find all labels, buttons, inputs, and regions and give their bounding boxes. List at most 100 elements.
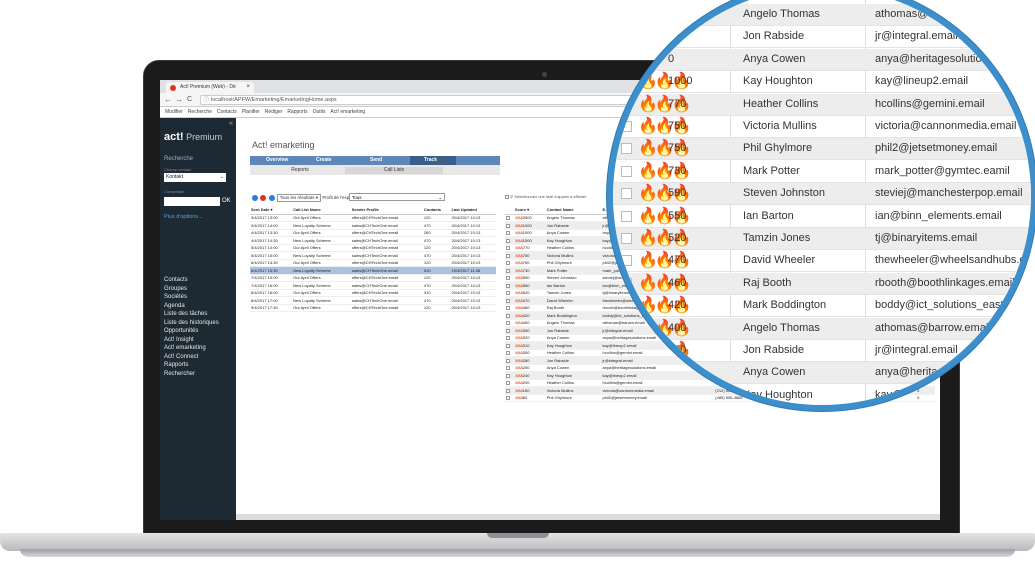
zoomed-row[interactable]: 🔥🔥🔥 460 Raj Booth rbooth@boothlinkages.emai… (613, 272, 1031, 295)
subtab-reports[interactable]: Reports (270, 167, 330, 174)
zoomed-row[interactable]: 🔥🔥🔥 420 Mark Boddington boddy@ict_solutions… (613, 295, 1031, 318)
browser-tab[interactable]: Act! Premium (Web) - Dé × (166, 82, 254, 93)
more-options-link[interactable]: Plus d'options... (164, 214, 203, 220)
row-checkbox-cell[interactable] (505, 259, 514, 267)
tab-track[interactable]: Track (424, 156, 437, 165)
table-row[interactable]: 6/4/2017 15:30 New Loyalty Scheme sales@CH… (250, 266, 496, 275)
menu-item-2[interactable]: Contacts (217, 109, 237, 115)
zoomed-row[interactable]: 🔥🔥🔥 1000 Kay Houghton kay@lineup2.email (613, 71, 1031, 94)
row-checkbox[interactable] (506, 283, 510, 288)
row-checkbox[interactable] (506, 261, 510, 266)
subtab-call-lists[interactable]: Call Lists (345, 167, 443, 174)
row-checkbox[interactable] (621, 300, 632, 312)
tab-create[interactable]: Create (316, 156, 332, 165)
sidebar-item-rechercher[interactable]: Rechercher (164, 370, 219, 379)
row-checkbox[interactable] (506, 231, 510, 236)
row-checkbox[interactable] (621, 143, 632, 155)
menu-item-3[interactable]: Planifier (242, 109, 260, 115)
row-checkbox-cell[interactable] (505, 319, 514, 327)
reload-icon[interactable]: C (187, 95, 192, 105)
send-col-header[interactable]: Last Updated (450, 206, 496, 215)
row-checkbox-cell[interactable] (505, 356, 514, 365)
delete-icon[interactable] (260, 194, 267, 201)
url-input[interactable]: ⓘ localhost/APFW/Emarketing/EmarketingHo… (200, 95, 660, 105)
results-select[interactable]: Tous les résultats ▾ (276, 194, 322, 202)
row-checkbox-cell[interactable] (505, 229, 514, 237)
zoomed-row[interactable]: 0 Anya Cowen anya@heritagesolutions.e (613, 48, 1031, 71)
row-checkbox-cell[interactable] (505, 266, 514, 275)
row-checkbox[interactable] (506, 223, 510, 228)
row-checkbox[interactable] (506, 238, 510, 243)
row-checkbox-cell[interactable] (505, 251, 514, 260)
sidebar-item-liste-des-historiques[interactable]: Liste des historiques (164, 319, 219, 328)
menu-item-4[interactable]: Rédiger (265, 109, 283, 115)
recip-col-header[interactable]: Score ▾ (513, 206, 546, 215)
row-checkbox-cell[interactable] (505, 379, 514, 387)
zoomed-row[interactable]: 🔥🔥🔥 730 Mark Potter mark_potter@gymtec.eami… (613, 161, 1031, 183)
row-checkbox[interactable] (506, 366, 510, 371)
tab-send[interactable]: Send (370, 156, 382, 165)
collapse-icon[interactable]: « (229, 120, 233, 127)
row-checkbox[interactable] (506, 253, 510, 258)
row-checkbox[interactable] (506, 216, 510, 221)
row-checkbox[interactable] (621, 277, 632, 289)
sidebar-item-act-connect[interactable]: Act! Connect (164, 353, 219, 362)
row-checkbox-cell[interactable] (505, 341, 514, 350)
row-checkbox[interactable] (506, 358, 510, 363)
sidebar-item-act-insight[interactable]: Act! Insight (164, 336, 219, 345)
table-row[interactable]: 3/4/2017 13:00 Our April Offers offers@CHT… (250, 214, 496, 222)
row-checkbox-cell[interactable] (505, 334, 514, 342)
help-icon[interactable] (268, 194, 275, 201)
row-checkbox-cell[interactable] (505, 364, 514, 372)
menu-item-5[interactable]: Rapports (287, 109, 307, 115)
sidebar-item-rapports[interactable]: Rapports (164, 361, 219, 370)
row-checkbox-cell[interactable] (505, 221, 514, 230)
close-icon[interactable]: × (246, 82, 250, 93)
zoomed-row[interactable]: 🔥🔥🔥 590 Steven Johnston steviej@manchesterp… (613, 183, 1031, 206)
zoomed-row[interactable]: 🔥🔥🔥 400 Angelo Thomas athomas@barrow.email (613, 317, 1031, 340)
table-row[interactable]: 4/4/2017 13:30 Our April Offers offers@CHT… (250, 229, 496, 237)
sidebar-item-agenda[interactable]: Agenda (164, 302, 219, 311)
zoomed-row[interactable]: 🔥🔥🔥 750 Phil Ghylmore phil2@jetsetmoney.ema… (613, 138, 1031, 161)
row-checkbox-cell[interactable] (505, 244, 514, 252)
back-icon[interactable]: ← (164, 95, 172, 105)
sidebar-item-act-emarketing[interactable]: Act! emarketing (164, 344, 219, 353)
table-row[interactable]: 8/4/2017 16:00 Our April Offers offers@CHT… (250, 289, 496, 297)
row-checkbox-cell[interactable] (505, 326, 514, 335)
zoomed-row[interactable]: 🔥🔥🔥 770 Heather Collins hcollins@gemini.ema… (613, 93, 1031, 116)
zoomed-row[interactable]: 🔥🔥🔥 750 Victoria Mullins victoria@cannonmed… (613, 116, 1031, 138)
row-checkbox[interactable] (621, 255, 632, 267)
sidebar-item-contacts[interactable]: Contacts (164, 276, 219, 285)
table-row[interactable]: 5/4/2017 14:00 Our April Offers offers@CHT… (250, 244, 496, 252)
row-checkbox-cell[interactable] (505, 304, 514, 312)
menu-item-7[interactable]: Act! emarketing (330, 109, 365, 115)
forward-icon[interactable]: → (175, 95, 183, 105)
row-checkbox-cell[interactable] (505, 236, 514, 245)
row-checkbox[interactable] (506, 313, 510, 318)
table-row[interactable]: 9/4/2017 17:30 Our April Offers offers@CHT… (250, 304, 496, 312)
row-checkbox[interactable] (506, 343, 510, 348)
row-checkbox[interactable] (506, 321, 510, 326)
send-col-header[interactable]: Contacts (422, 206, 451, 215)
table-row[interactable]: 4/4/2017 14:30 New Loyalty Scheme sales@CH… (250, 236, 496, 245)
zoomed-row[interactable]: 🔥🔥🔥 550 Ian Barton ian@binn_elements.email (613, 206, 1031, 228)
zoomed-row[interactable]: 🔥🔥🔥 520 Tamzin Jones tj@binaryitems.email (613, 228, 1031, 250)
row-checkbox[interactable] (621, 98, 632, 110)
row-checkbox-cell[interactable] (505, 371, 514, 380)
sidebar-item-groupes[interactable]: Groupes (164, 285, 219, 294)
row-checkbox[interactable] (506, 351, 510, 356)
send-col-header[interactable]: Call List Name (292, 206, 351, 215)
zoomed-row[interactable]: Jon Rabside jr@integral.email (613, 26, 1031, 49)
sidebar-item-soci-t-s[interactable]: Sociétés (164, 293, 219, 302)
table-row[interactable]: 3/4/2017 14:00 New Loyalty Scheme sales@CH… (250, 221, 496, 230)
table-row[interactable]: 8/4/2017 17:00 New Loyalty Scheme sales@CH… (250, 296, 496, 305)
menu-item-0[interactable]: Modifier (165, 109, 183, 115)
zoomed-row[interactable]: Kay Houghton kay@lineup2 (613, 385, 1031, 405)
recip-col-header[interactable]: Contact Name (545, 206, 602, 215)
recip-col-header[interactable] (505, 206, 514, 215)
search-icon[interactable]: ⚲ (510, 194, 513, 199)
zoomed-row[interactable]: Angelo Thomas athomas@b (613, 4, 1031, 26)
row-checkbox-cell[interactable] (505, 386, 514, 395)
row-checkbox[interactable] (506, 276, 510, 281)
refresh-icon[interactable] (252, 194, 258, 201)
